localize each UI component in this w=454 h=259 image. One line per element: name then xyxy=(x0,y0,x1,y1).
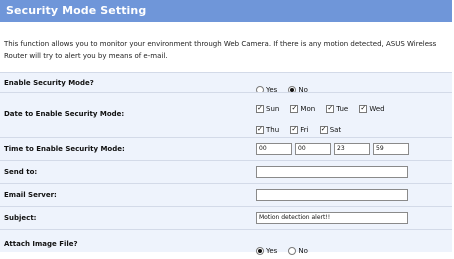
checkbox-sun[interactable] xyxy=(256,105,264,113)
row-send-to: Send to: xyxy=(0,161,452,183)
date-days-row-2: Thu Fri Sat xyxy=(256,119,448,138)
time-label: Time to Enable Security Mode: xyxy=(4,145,125,153)
day-fri-option[interactable]: Fri xyxy=(290,126,309,134)
checkbox-fri[interactable] xyxy=(290,126,299,134)
row-subject: Subject: Motion detection alert!! xyxy=(0,207,452,229)
email-server-label: Email Server: xyxy=(4,191,57,199)
row-time: Time to Enable Security Mode: 00 00 23 5… xyxy=(0,138,452,160)
checkbox-mon[interactable] xyxy=(290,105,299,113)
email-server-input[interactable] xyxy=(256,189,408,201)
row-email-server: Email Server: xyxy=(0,184,452,206)
day-sun-option[interactable]: Sun xyxy=(256,105,279,113)
time-start-minute-input[interactable]: 00 xyxy=(295,143,331,155)
attach-image-yes-option[interactable]: Yes xyxy=(256,247,277,255)
day-sat-option[interactable]: Sat xyxy=(319,126,341,134)
day-tue-option[interactable]: Tue xyxy=(326,105,348,113)
checkbox-thu[interactable] xyxy=(256,126,264,134)
day-wed-option[interactable]: Wed xyxy=(359,105,385,113)
date-label: Date to Enable Security Mode: xyxy=(4,110,125,118)
attach-image-label: Attach Image File? xyxy=(4,240,78,248)
page-title: Security Mode Setting xyxy=(6,4,147,17)
section-title-bar: Security Mode Setting xyxy=(0,0,452,22)
attach-image-options: Yes No xyxy=(256,240,448,259)
day-mon-option[interactable]: Mon xyxy=(290,105,315,113)
subject-input[interactable]: Motion detection alert!! xyxy=(256,212,408,224)
checkbox-sat[interactable] xyxy=(319,126,328,134)
checkbox-wed[interactable] xyxy=(359,105,368,113)
checkbox-tue[interactable] xyxy=(326,105,335,113)
send-to-input[interactable] xyxy=(256,166,408,178)
enable-security-label: Enable Security Mode? xyxy=(4,79,94,87)
day-thu-option[interactable]: Thu xyxy=(256,126,279,134)
radio-yes[interactable] xyxy=(256,247,264,255)
description-text: This function allows you to monitor your… xyxy=(4,40,437,60)
row-enable-security: Enable Security Mode? Yes No xyxy=(0,73,452,94)
row-attach-image: Attach Image File? Yes No xyxy=(0,230,452,255)
row-date: Date to Enable Security Mode: Sun Mon Tu… xyxy=(0,93,452,137)
attach-image-no-option[interactable]: No xyxy=(288,247,308,255)
time-end-minute-input[interactable]: 59 xyxy=(373,143,409,155)
time-start-hour-input[interactable]: 00 xyxy=(256,143,292,155)
date-days-row-1: Sun Mon Tue Wed xyxy=(256,98,448,117)
subject-label: Subject: xyxy=(4,214,37,222)
time-end-hour-input[interactable]: 23 xyxy=(334,143,370,155)
radio-no[interactable] xyxy=(288,247,297,255)
send-to-label: Send to: xyxy=(4,168,38,176)
